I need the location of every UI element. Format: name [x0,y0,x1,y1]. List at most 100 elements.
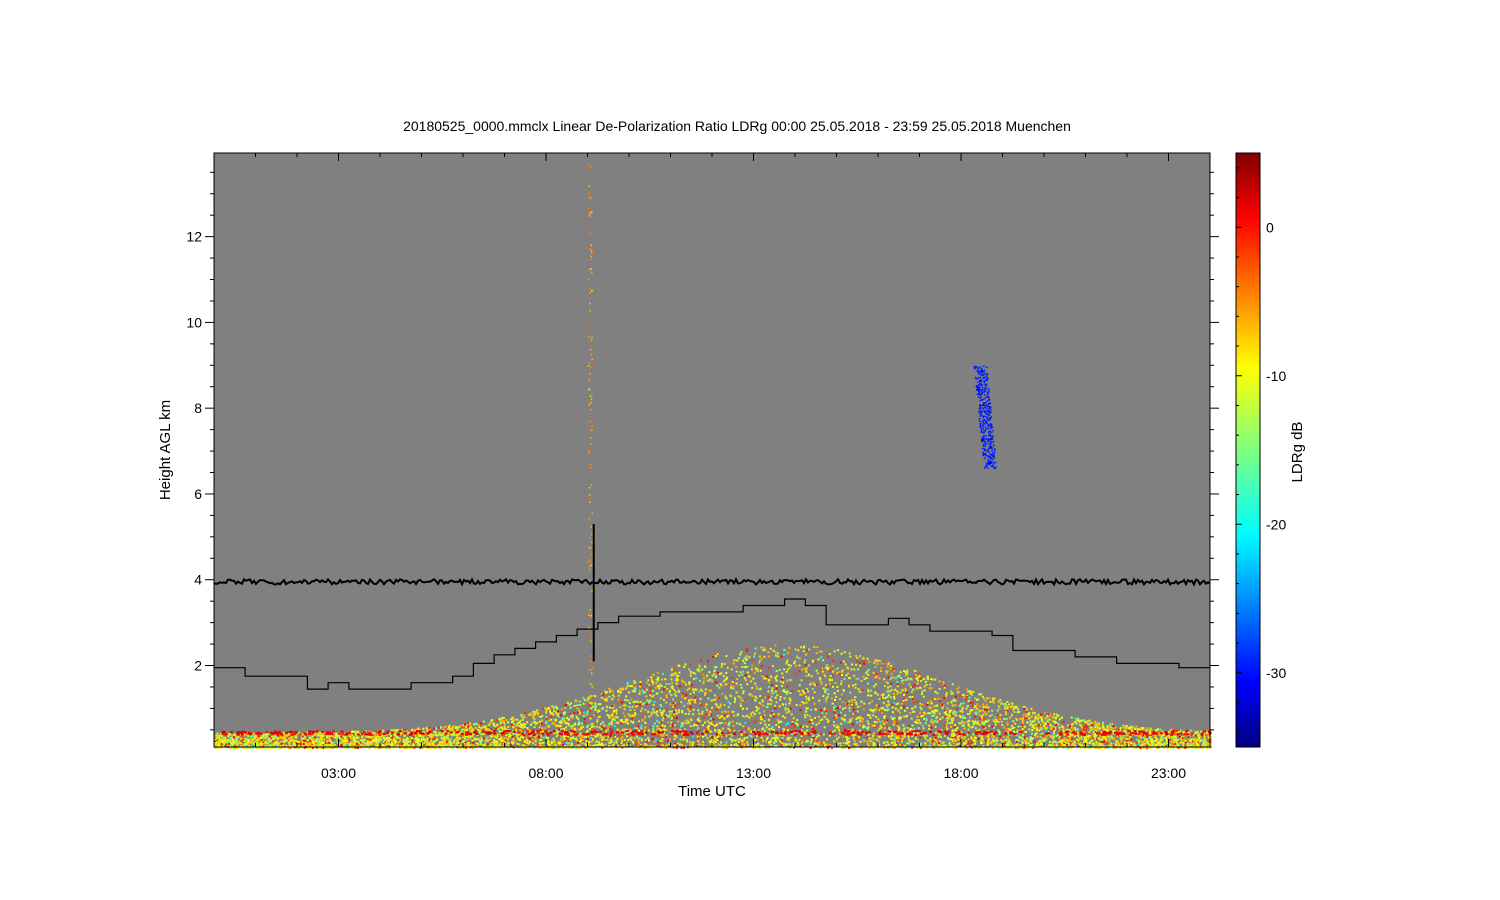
echo-pixel [804,659,807,662]
echo-pixel [724,722,727,725]
echo-pixel [883,678,886,681]
echo-pixel [621,701,624,704]
echo-pixel [1108,724,1111,727]
echo-pixel [855,663,858,666]
echo-pixel [1052,743,1055,746]
echo-pixel [254,740,257,742]
echo-pixel [638,690,641,693]
echo-pixel [923,717,925,720]
echo-pixel [835,716,838,719]
echo-pixel [898,726,901,729]
echo-pixel [995,718,998,721]
echo-pixel [765,726,768,729]
echo-pixel [945,695,948,698]
echo-pixel [919,711,922,714]
echo-pixel [669,713,672,716]
echo-pixel [726,666,729,669]
echo-pixel [1136,738,1139,741]
echo-pixel [743,677,746,680]
echo-pixel [480,736,483,739]
echo-pixel [483,737,486,740]
echo-pixel [849,655,852,658]
echo-pixel [548,744,551,746]
echo-pixel [721,692,724,695]
echo-pixel [1052,732,1055,735]
echo-pixel [797,649,800,652]
echo-pixel [750,680,753,683]
echo-pixel [844,663,847,666]
echo-pixel [809,715,811,718]
echo-pixel [730,668,733,671]
echo-pixel [827,693,830,696]
echo-pixel [1006,707,1009,710]
echo-pixel [550,705,553,708]
echo-pixel [521,724,523,727]
echo-pixel [507,726,510,729]
echo-pixel [508,735,510,738]
echo-pixel [783,668,786,671]
echo-pixel [872,710,875,713]
echo-pixel [923,689,926,692]
echo-pixel [838,671,841,673]
echo-pixel [710,699,713,702]
echo-pixel [946,721,949,724]
echo-pixel [834,699,836,701]
echo-pixel [849,691,852,694]
echo-pixel [684,697,687,700]
echo-pixel [1088,719,1091,722]
echo-pixel [552,738,555,740]
echo-pixel [784,703,787,706]
echo-pixel [581,742,584,745]
echo-pixel [604,743,607,746]
echo-pixel [775,675,778,678]
echo-pixel [921,690,924,693]
echo-pixel [999,743,1002,746]
echo-pixel [968,696,971,699]
echo-pixel [438,732,441,735]
echo-pixel [1102,725,1105,728]
echo-pixel [1030,732,1033,735]
ldr-chart: 20180525_0000.mmclx Linear De-Polarizati… [157,118,1306,800]
echo-pixel [712,741,715,744]
echo-pixel [911,688,914,691]
echo-pixel [620,742,623,745]
echo-pixel [1111,723,1114,726]
echo-pixel [303,739,306,742]
echo-pixel [751,686,754,689]
echo-pixel [756,687,758,690]
echo-pixel [532,742,535,745]
echo-pixel [752,711,755,714]
echo-pixel [836,667,839,670]
echo-pixel [880,670,883,672]
echo-pixel [607,728,610,731]
echo-pixel [945,716,948,719]
echo-pixel [771,684,774,686]
echo-pixel [461,728,464,731]
echo-pixel [919,706,922,709]
echo-pixel [673,724,676,727]
echo-pixel [913,684,916,687]
echo-pixel [953,724,956,727]
echo-pixel [767,719,770,721]
echo-pixel [925,683,928,686]
echo-pixel [714,729,717,732]
echo-pixel [642,692,645,694]
echo-pixel [828,678,831,681]
echo-pixel [407,732,409,735]
echo-pixel [695,677,698,680]
echo-pixel [1045,737,1047,740]
echo-pixel [462,736,464,739]
echo-pixel [815,735,818,738]
echo-pixel [947,717,950,720]
echo-pixel [739,737,741,740]
echo-pixel [772,649,775,652]
echo-pixel [662,688,665,691]
echo-pixel [499,722,502,725]
echo-pixel [963,737,966,740]
echo-pixel [857,668,860,671]
echo-pixel [852,684,855,687]
echo-pixel [513,726,516,729]
echo-pixel [1004,707,1007,710]
echo-pixel [557,741,560,744]
echo-pixel [843,651,846,654]
